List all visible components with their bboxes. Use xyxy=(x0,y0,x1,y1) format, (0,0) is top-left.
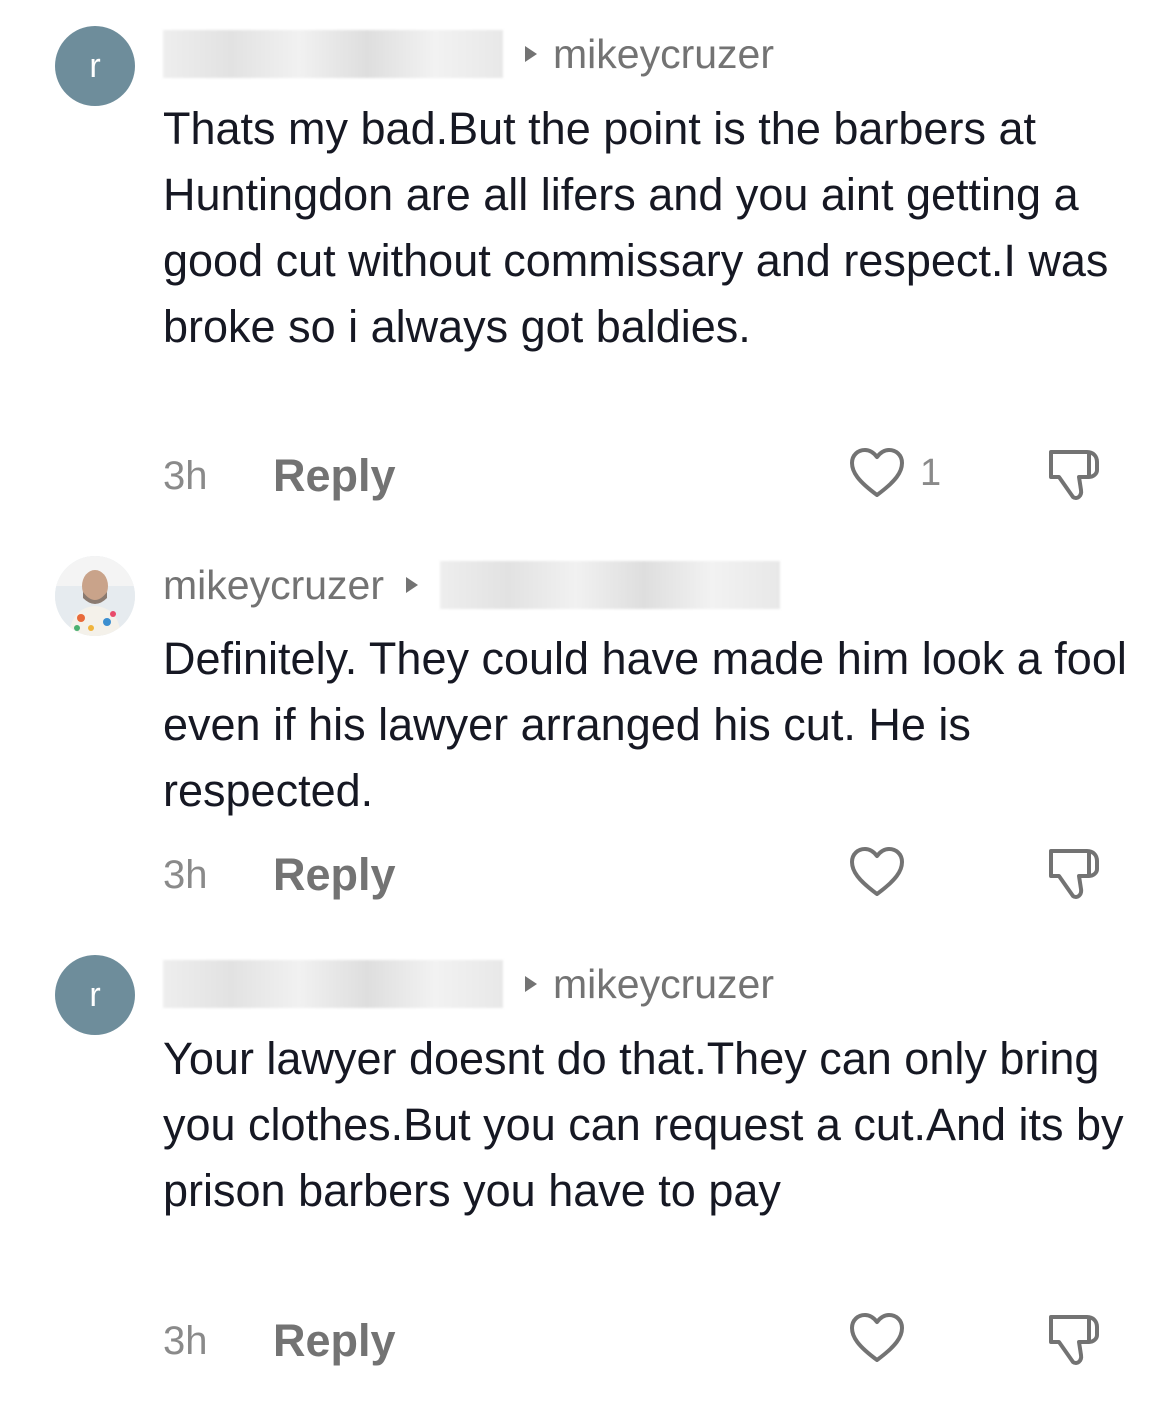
comment-text: Your lawyer doesnt do that.They can only… xyxy=(163,1033,1124,1216)
heart-icon xyxy=(850,847,904,896)
blurred-username xyxy=(439,561,780,609)
dislike-icon[interactable] xyxy=(1043,845,1105,903)
dislike-icon[interactable] xyxy=(1043,446,1105,504)
author-username[interactable]: mikeycruzer xyxy=(163,562,384,609)
comment-header: mikeycruzer xyxy=(163,560,780,610)
heart-icon xyxy=(850,448,904,497)
comment-header: mikeycruzer xyxy=(163,959,774,1009)
reply-button[interactable]: Reply xyxy=(273,849,396,901)
avatar[interactable]: r xyxy=(55,955,135,1035)
comment-text: Definitely. They could have made him loo… xyxy=(163,633,1127,816)
timestamp: 3h xyxy=(163,454,208,498)
avatar[interactable]: r xyxy=(55,26,135,106)
reply-to-username[interactable]: mikeycruzer xyxy=(553,31,774,78)
comment-actions: 3h Reply xyxy=(163,1311,1123,1371)
comment-text: Thats my bad.But the point is the barber… xyxy=(163,103,1109,352)
blurred-username xyxy=(163,960,503,1008)
like-count: 1 xyxy=(920,451,942,494)
reply-to-username[interactable]: mikeycruzer xyxy=(553,961,774,1008)
like-button[interactable] xyxy=(848,845,906,899)
play-arrow-icon xyxy=(525,46,537,62)
timestamp: 3h xyxy=(163,853,208,897)
like-button[interactable]: 1 xyxy=(848,446,941,500)
reply-button[interactable]: Reply xyxy=(273,450,396,502)
comment-actions: 3h Reply xyxy=(163,845,1123,905)
play-arrow-icon xyxy=(405,577,418,593)
reply-button[interactable]: Reply xyxy=(273,1315,396,1367)
timestamp: 3h xyxy=(163,1319,208,1363)
profile-photo xyxy=(55,556,135,636)
play-arrow-icon xyxy=(525,976,537,992)
heart-icon xyxy=(850,1313,904,1362)
like-button[interactable] xyxy=(848,1311,906,1365)
blurred-username xyxy=(163,30,503,78)
avatar[interactable] xyxy=(55,556,135,636)
dislike-icon[interactable] xyxy=(1043,1311,1105,1369)
comment-header: mikeycruzer xyxy=(163,29,774,79)
comment-actions: 3h Reply 1 xyxy=(163,446,1123,506)
